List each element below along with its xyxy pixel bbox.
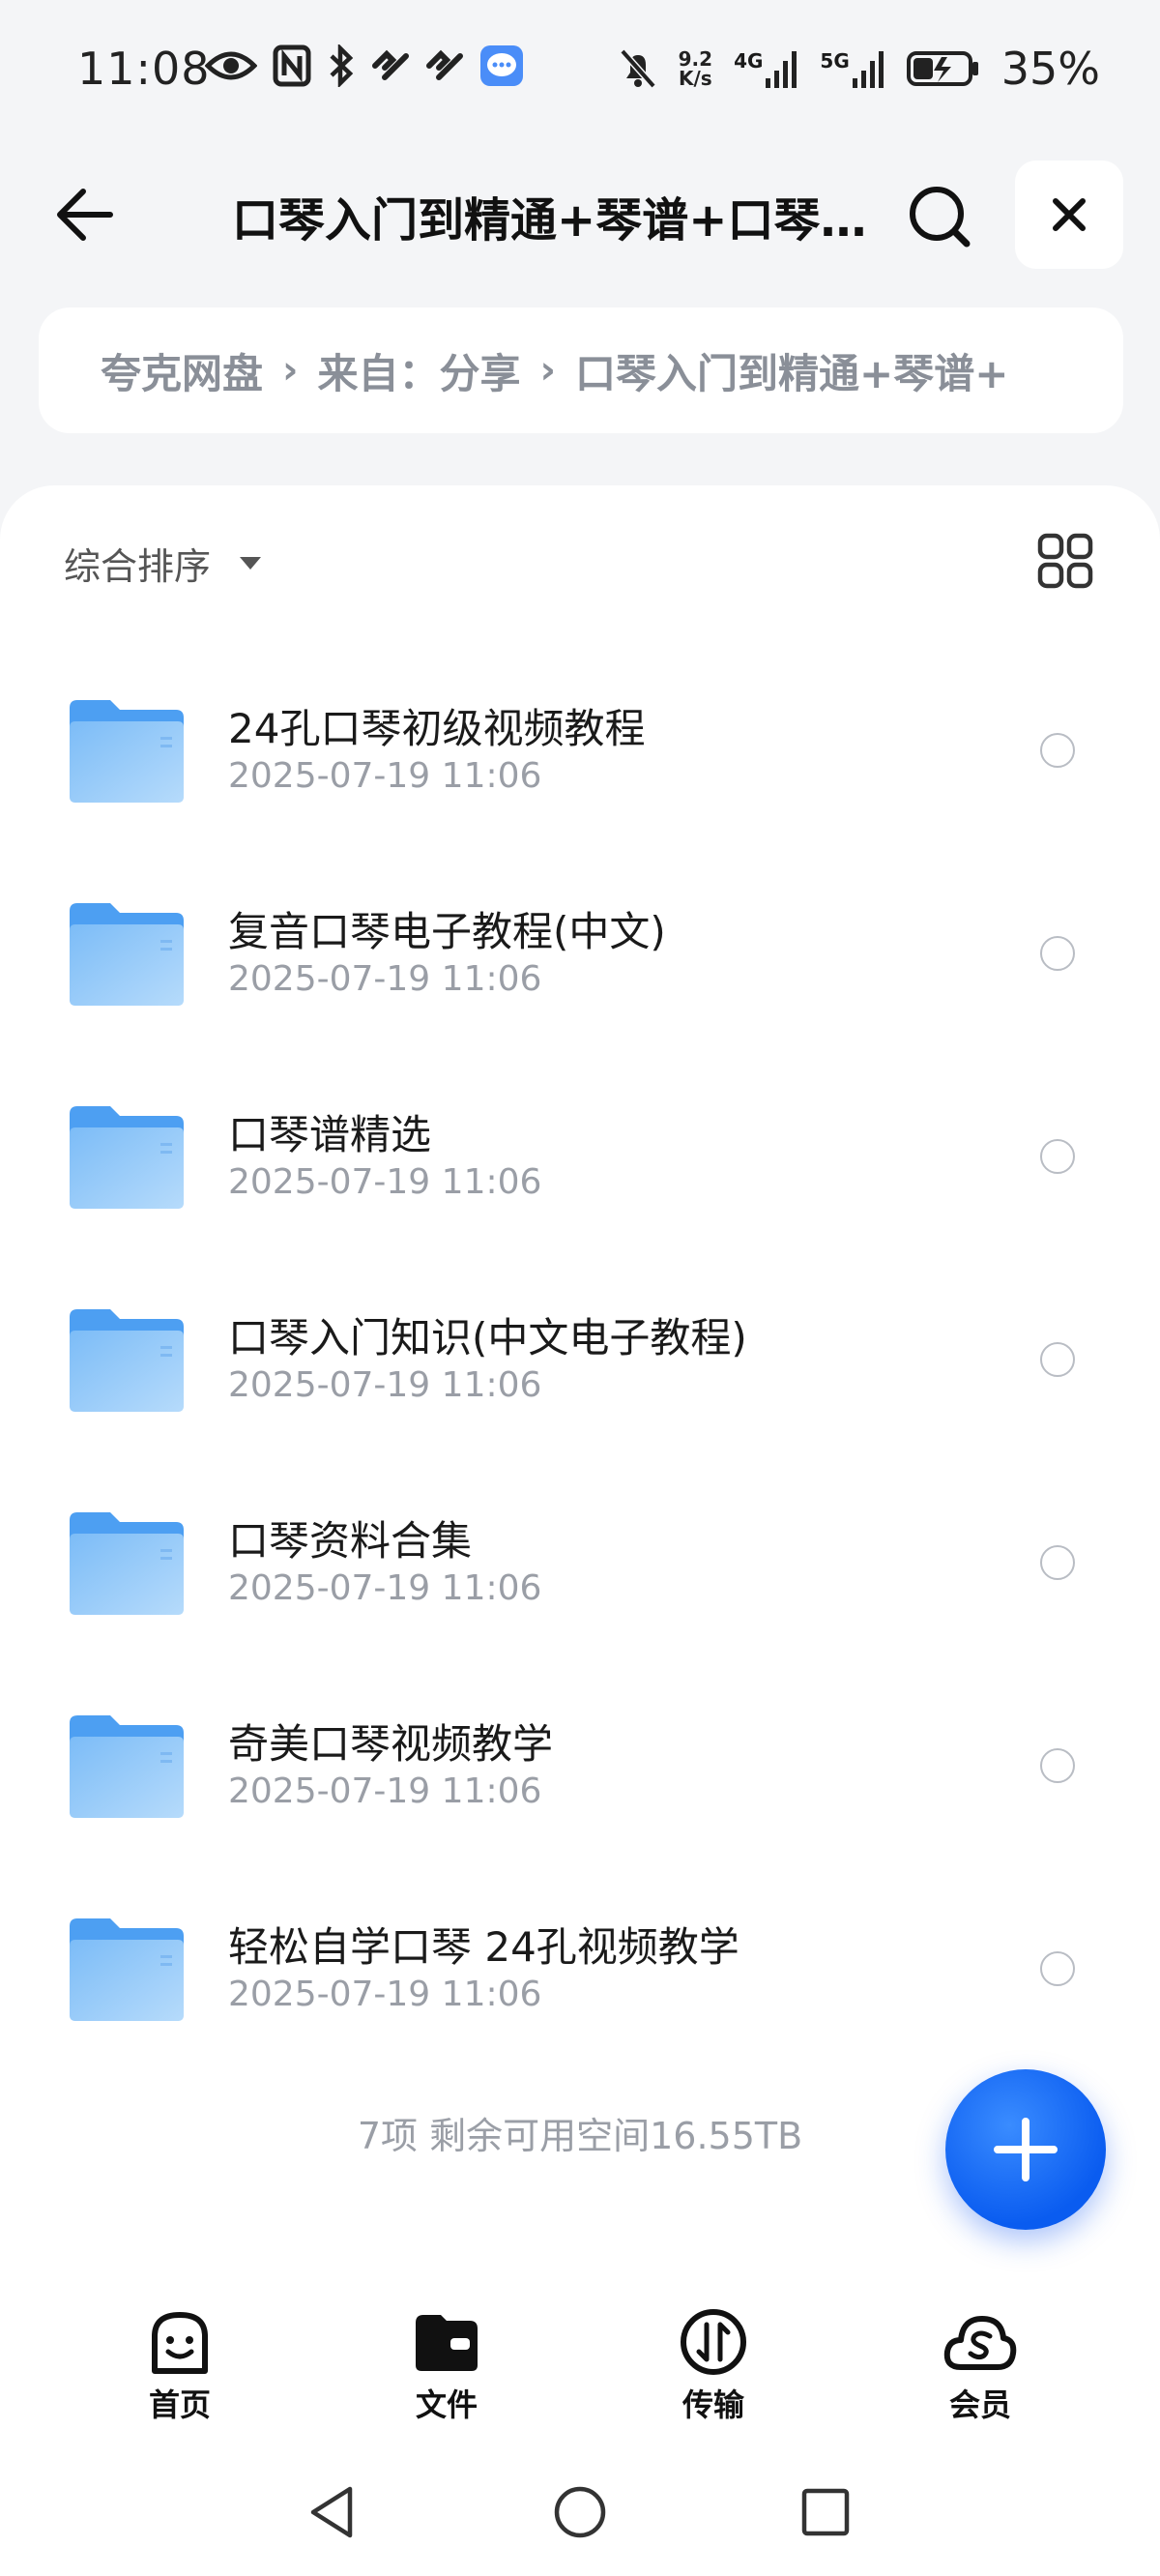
breadcrumb-item-root[interactable]: 夸克网盘	[101, 341, 263, 400]
file-name: 复音口琴电子教程(中文)	[228, 908, 666, 955]
file-date: 2025-07-19 11:06	[228, 1771, 542, 1811]
file-list-panel: 综合排序 24孔口琴初级视频教程 2025-07-19 11:06 复音口琴电子教程…	[0, 485, 1160, 2576]
list-item[interactable]: 口琴谱精选 2025-07-19 11:06	[0, 1066, 1160, 1269]
back-triangle-icon[interactable]	[302, 2481, 363, 2543]
folder-icon	[70, 1918, 184, 2021]
cloud-s-icon	[943, 2316, 1017, 2370]
message-icon	[480, 45, 523, 86]
smiley-icon	[152, 2312, 208, 2374]
select-checkbox[interactable]	[1040, 1342, 1075, 1377]
plus-icon	[994, 2118, 1058, 2181]
folder-icon	[70, 1106, 184, 1209]
nav-label: 首页	[148, 2386, 211, 2423]
system-nav-bar	[0, 2475, 1160, 2553]
search-icon[interactable]	[901, 178, 978, 255]
breadcrumb-item-share[interactable]: 来自：分享	[318, 341, 521, 400]
nav-label: 会员	[948, 2386, 1011, 2423]
page-title: 口琴入门到精通+琴谱+口琴演奏视频教程	[232, 193, 909, 248]
status-time: 11:08	[77, 43, 211, 95]
signal-4g: 4G	[734, 49, 798, 88]
battery-charging-icon	[906, 51, 978, 86]
sort-dropdown[interactable]: 综合排序	[64, 534, 262, 592]
battery-percent: 35%	[1000, 43, 1100, 95]
header: 口琴入门到精通+琴谱+口琴演奏视频教程	[0, 155, 1160, 271]
signal-label: 5G	[820, 49, 850, 73]
net-speed-value: 9.2	[678, 47, 713, 71]
nav-label: 传输	[682, 2386, 744, 2423]
net-speed-unit: K/s	[678, 67, 712, 90]
list-item[interactable]: 口琴资料合集 2025-07-19 11:06	[0, 1472, 1160, 1675]
add-button[interactable]	[945, 2069, 1106, 2230]
select-checkbox[interactable]	[1040, 733, 1075, 768]
folder-wallet-icon	[416, 2315, 478, 2371]
file-date: 2025-07-19 11:06	[228, 1162, 542, 1202]
file-date: 2025-07-19 11:06	[228, 1568, 542, 1608]
list-item[interactable]: 24孔口琴初级视频教程 2025-07-19 11:06	[0, 659, 1160, 863]
signal-bars-icon	[766, 51, 798, 88]
app-notify-icon	[372, 49, 409, 80]
status-bar: 11:08 9.2 K/s 4G 5G 35%	[0, 0, 1160, 145]
select-checkbox[interactable]	[1040, 1748, 1075, 1783]
folder-icon	[70, 1715, 184, 1818]
bluetooth-icon	[330, 44, 354, 87]
select-checkbox[interactable]	[1040, 1139, 1075, 1174]
caret-down-icon	[240, 556, 262, 570]
folder-icon	[70, 700, 184, 803]
file-date: 2025-07-19 11:06	[228, 756, 542, 796]
file-date: 2025-07-19 11:06	[228, 1975, 542, 2014]
list-item[interactable]: 奇美口琴视频教学 2025-07-19 11:06	[0, 1675, 1160, 1878]
app-notify-icon	[426, 49, 463, 80]
list-item[interactable]: 复音口琴电子教程(中文) 2025-07-19 11:06	[0, 863, 1160, 1066]
file-date: 2025-07-19 11:06	[228, 959, 542, 999]
select-checkbox[interactable]	[1040, 1545, 1075, 1580]
back-arrow-icon[interactable]	[50, 180, 120, 249]
file-name: 口琴入门知识(中文电子教程)	[228, 1314, 747, 1361]
folder-icon	[70, 1309, 184, 1412]
transfer-icon	[681, 2309, 746, 2375]
nav-home[interactable]: 首页	[102, 2307, 257, 2425]
file-name: 口琴谱精选	[228, 1111, 432, 1158]
mute-bell-icon	[620, 48, 656, 89]
select-checkbox[interactable]	[1040, 1951, 1075, 1986]
signal-bars-icon	[852, 51, 884, 88]
chevron-right-icon: ›	[539, 348, 556, 393]
grid-view-icon[interactable]	[1036, 532, 1094, 590]
signal-5g: 5G	[820, 49, 884, 88]
select-checkbox[interactable]	[1040, 936, 1075, 971]
chevron-right-icon: ›	[282, 348, 299, 393]
list-item[interactable]: 轻松自学口琴 24孔视频教学 2025-07-19 11:06	[0, 1878, 1160, 2081]
eye-icon	[205, 51, 257, 80]
breadcrumb: 夸克网盘 › 来自：分享 › 口琴入门到精通+琴谱+	[39, 307, 1123, 433]
close-button[interactable]	[1015, 161, 1123, 269]
sort-label: 综合排序	[64, 544, 212, 588]
file-name: 24孔口琴初级视频教程	[228, 705, 646, 752]
nav-label: 文件	[415, 2386, 478, 2423]
net-speed: 9.2 K/s	[679, 49, 712, 88]
folder-icon	[70, 1512, 184, 1615]
breadcrumb-item-current[interactable]: 口琴入门到精通+琴谱+	[575, 341, 1008, 400]
nfc-icon	[273, 44, 311, 87]
file-name: 轻松自学口琴 24孔视频教学	[228, 1923, 740, 1971]
nav-member[interactable]: 会员	[903, 2307, 1058, 2425]
file-name: 奇美口琴视频教学	[228, 1720, 554, 1768]
file-name: 口琴资料合集	[228, 1517, 473, 1565]
signal-label: 4G	[734, 49, 764, 73]
home-circle-icon[interactable]	[549, 2481, 611, 2543]
close-icon	[1053, 198, 1086, 231]
recents-square-icon[interactable]	[795, 2481, 856, 2543]
nav-transfer[interactable]: 传输	[636, 2307, 791, 2425]
nav-files[interactable]: 文件	[369, 2307, 524, 2425]
folder-icon	[70, 903, 184, 1006]
bottom-nav: 首页 文件 传输 会员	[0, 2292, 1160, 2437]
list-item[interactable]: 口琴入门知识(中文电子教程) 2025-07-19 11:06	[0, 1269, 1160, 1472]
file-date: 2025-07-19 11:06	[228, 1365, 542, 1405]
